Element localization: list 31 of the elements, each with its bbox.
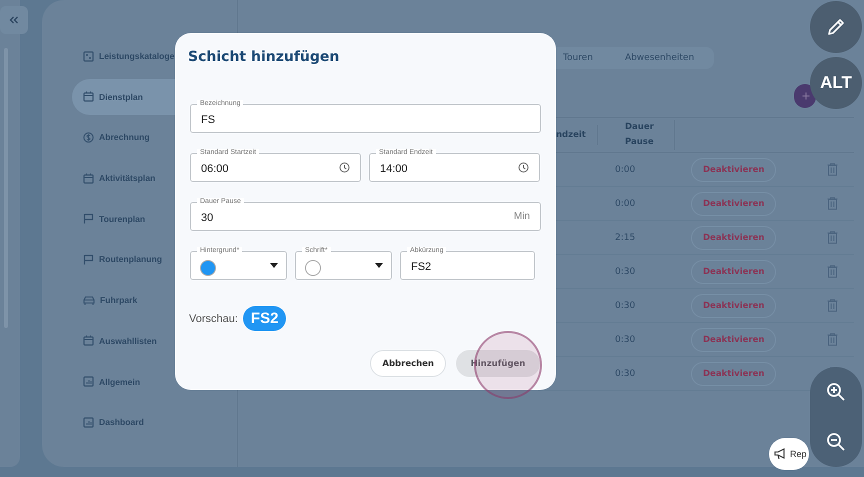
deactivate-button[interactable]: Deaktivieren (691, 158, 776, 182)
tab[interactable]: Touren (549, 49, 607, 67)
deactivate-button[interactable]: Deaktivieren (691, 328, 776, 352)
table-cell-text: 0:00 (614, 164, 636, 174)
deactivate-button[interactable]: Deaktivieren (691, 226, 776, 250)
sidebar-item[interactable]: Allgemein (72, 364, 237, 400)
field-value: 06:00 (201, 162, 229, 174)
table-cell-text: 0:30 (614, 266, 636, 276)
sidebar-item[interactable]: Auswahllisten (72, 322, 237, 359)
deactivate-button[interactable]: Deaktivieren (691, 260, 776, 284)
field-value: 14:00 (380, 162, 408, 174)
deactivate-button[interactable]: Deaktivieren (691, 192, 776, 216)
table-cell-text: 2:15 (614, 232, 636, 242)
cancel-button[interactable]: Abbrechen (370, 350, 446, 377)
unit-label: Min (514, 211, 530, 222)
table-cell-text: 0:30 (614, 300, 636, 310)
tab[interactable]: Abwesenheiten (610, 49, 708, 67)
preview-badge: FS2 (242, 306, 286, 331)
dialog-title: Schicht hinzufügen (188, 49, 340, 65)
table-cell-text: 0:30 (614, 368, 636, 378)
table-cell-text: 0:30 (614, 334, 636, 344)
field-value: 30 (201, 210, 214, 224)
column-header: Dauer Pause (615, 120, 675, 150)
preview-label: Vorschau: (189, 312, 238, 324)
deactivate-button[interactable]: Deaktivieren (691, 294, 776, 318)
sidebar-item[interactable]: Dashboard (72, 404, 237, 440)
report-label: Rep (790, 449, 807, 459)
field-value: FS (201, 112, 216, 126)
deactivate-button[interactable]: Deaktivieren (691, 362, 776, 386)
table-cell-text: 0:00 (614, 198, 636, 208)
field-value: FS2 (411, 260, 432, 272)
